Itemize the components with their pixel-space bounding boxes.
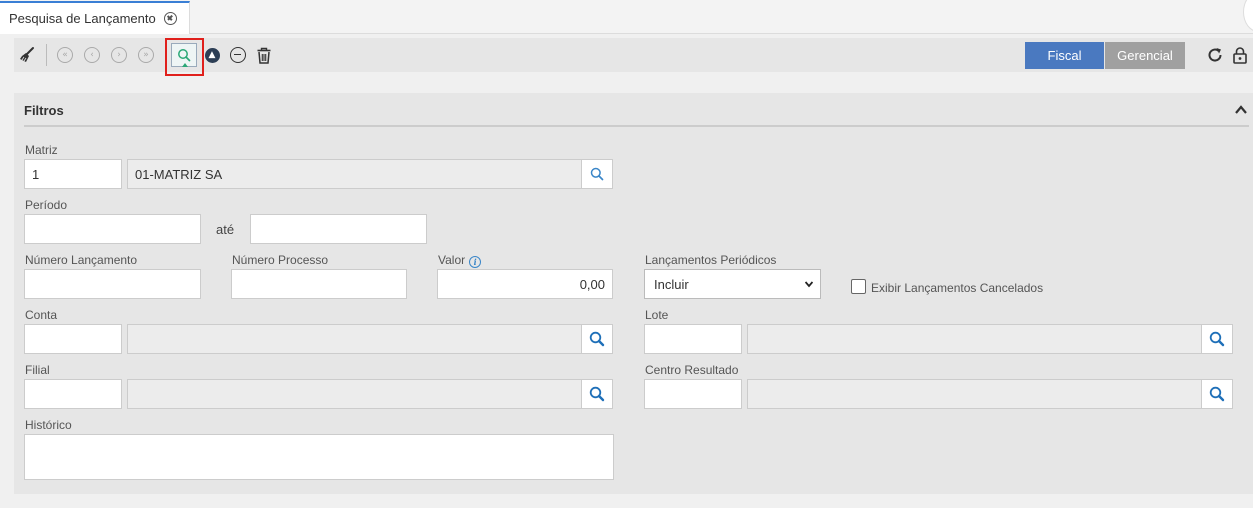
lancamentos-periodicos-value: Incluir [654,276,689,292]
lote-code-input[interactable] [644,324,742,354]
chevron-down-icon [805,281,813,288]
exibir-cancelados-label: Exibir Lançamentos Cancelados [871,281,1044,295]
numero-processo-label: Número Processo [232,253,329,267]
lote-name-field [747,324,1204,354]
next-icon[interactable]: › [110,46,128,64]
divider [24,125,1249,127]
chevron-up-icon[interactable] [1235,104,1247,116]
periodo-separator: até [216,222,235,237]
conta-code-input[interactable] [24,324,122,354]
refresh-icon[interactable] [1206,46,1224,64]
filial-label: Filial [25,363,50,377]
toolbar-separator [46,44,47,66]
lote-lookup-button[interactable] [1201,324,1233,354]
centro-resultado-label: Centro Resultado [645,363,739,377]
filters-panel: Filtros Matriz 1 01-MATRIZ SA Período at… [14,93,1253,494]
search-icon [589,331,605,347]
conta-lookup-button[interactable] [581,324,613,354]
matriz-lookup-button[interactable] [581,159,613,189]
previous-icon[interactable]: ‹ [83,46,101,64]
centro-resultado-code-input[interactable] [644,379,742,409]
periodo-start-input[interactable] [24,214,201,244]
tab-pesquisa-lancamento[interactable]: Pesquisa de Lançamento [0,1,190,34]
search-icon [590,167,604,181]
exibir-cancelados-checkbox[interactable] [851,279,866,294]
highlight-box [165,38,204,76]
filial-lookup-button[interactable] [581,379,613,409]
upload-icon[interactable]: ▲ [203,46,221,64]
broom-icon[interactable] [18,46,36,64]
search-icon [589,386,605,402]
corner-button[interactable] [1243,0,1253,32]
lote-label: Lote [645,308,669,322]
centro-resultado-name-field [747,379,1204,409]
search-icon [1209,331,1225,347]
periodo-end-input[interactable] [250,214,427,244]
matriz-name-field: 01-MATRIZ SA [127,159,583,189]
valor-label: Valor [438,253,466,267]
numero-lancamento-label: Número Lançamento [25,253,138,267]
centro-resultado-lookup-button[interactable] [1201,379,1233,409]
numero-processo-input[interactable] [231,269,407,299]
matriz-code-input[interactable]: 1 [24,159,122,189]
last-icon[interactable]: » [137,46,155,64]
close-circle-icon[interactable] [163,12,177,25]
tab-bar: Pesquisa de Lançamento [0,0,1253,34]
filters-title: Filtros [24,103,64,118]
numero-lancamento-input[interactable] [24,269,201,299]
lancamentos-periodicos-label: Lançamentos Periódicos [645,253,777,267]
conta-label: Conta [25,308,58,322]
conta-name-field [127,324,583,354]
valor-input[interactable]: 0,00 [437,269,613,299]
info-icon[interactable]: i [469,256,482,268]
toolbar: « ‹ › » ▲ Fiscal Gerencial [14,38,1253,76]
lock-icon[interactable] [1231,46,1249,64]
periodo-label: Período [25,198,68,212]
remove-icon[interactable] [229,46,247,64]
search-icon [1209,386,1225,402]
historico-textarea[interactable] [24,434,614,480]
tab-title: Pesquisa de Lançamento [9,11,156,26]
matriz-label: Matriz [25,143,58,157]
valor-label-wrap: Valor i [438,253,482,268]
filial-name-field [127,379,583,409]
first-icon[interactable]: « [56,46,74,64]
fiscal-button[interactable]: Fiscal [1025,42,1104,69]
historico-label: Histórico [25,418,72,432]
gerencial-button[interactable]: Gerencial [1105,42,1185,69]
trash-icon[interactable] [255,46,273,64]
lancamentos-periodicos-select[interactable]: Incluir [644,269,821,299]
filial-code-input[interactable] [24,379,122,409]
